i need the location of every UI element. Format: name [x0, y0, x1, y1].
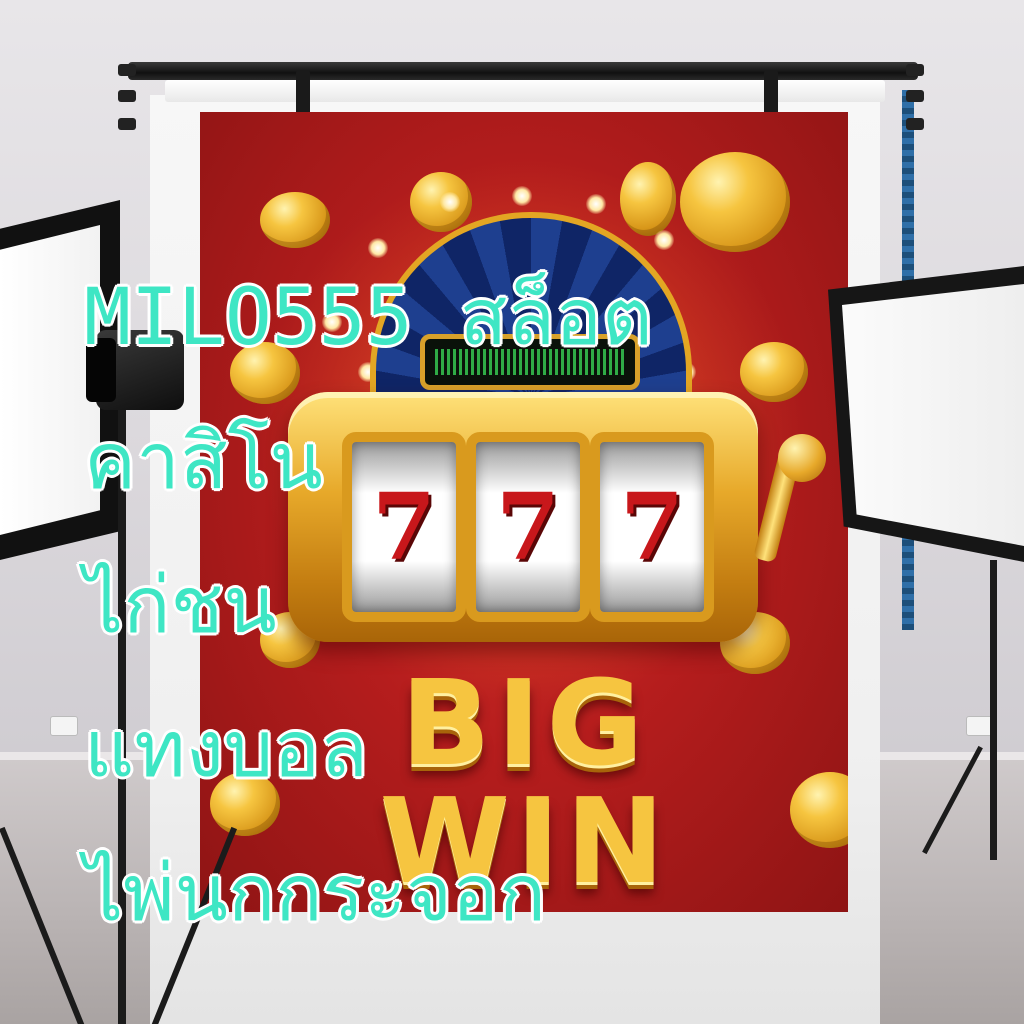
light-stand-pole — [990, 560, 997, 860]
marquee-bulb — [512, 186, 532, 206]
promo-line-cockfight: ไก่ชน — [84, 561, 277, 651]
promo-line-football: แทงบอล — [84, 705, 368, 795]
crossbar-knob — [118, 118, 136, 130]
crossbar-knob — [906, 64, 924, 76]
gold-coin — [260, 192, 330, 248]
crossbar-knob — [118, 90, 136, 102]
softbox-right-diffuser — [842, 284, 1024, 546]
crossbar-knob — [118, 64, 136, 76]
promo-text-overlay: MILO555 สล็อต คาสิโน ไก่ชน แทงบอล ไพ่นกก… — [84, 246, 864, 966]
marquee-bulb — [440, 192, 460, 212]
gold-coin — [620, 162, 676, 236]
gold-coin — [680, 152, 790, 252]
promo-line-brand: MILO555 สล็อต — [84, 273, 653, 363]
wall-outlet — [50, 716, 78, 736]
backdrop-crossbar — [128, 62, 918, 80]
crossbar-knob — [906, 118, 924, 130]
promo-line-mahjong: ไพ่นกกระจอก — [84, 849, 546, 939]
crossbar-knob — [906, 90, 924, 102]
studio-photo: 7 7 7 BIG WIN MILO555 สล็อต คาสิโน ไก่ชน… — [0, 0, 1024, 1024]
promo-line-casino: คาสิโน — [84, 417, 323, 507]
marquee-bulb — [586, 194, 606, 214]
